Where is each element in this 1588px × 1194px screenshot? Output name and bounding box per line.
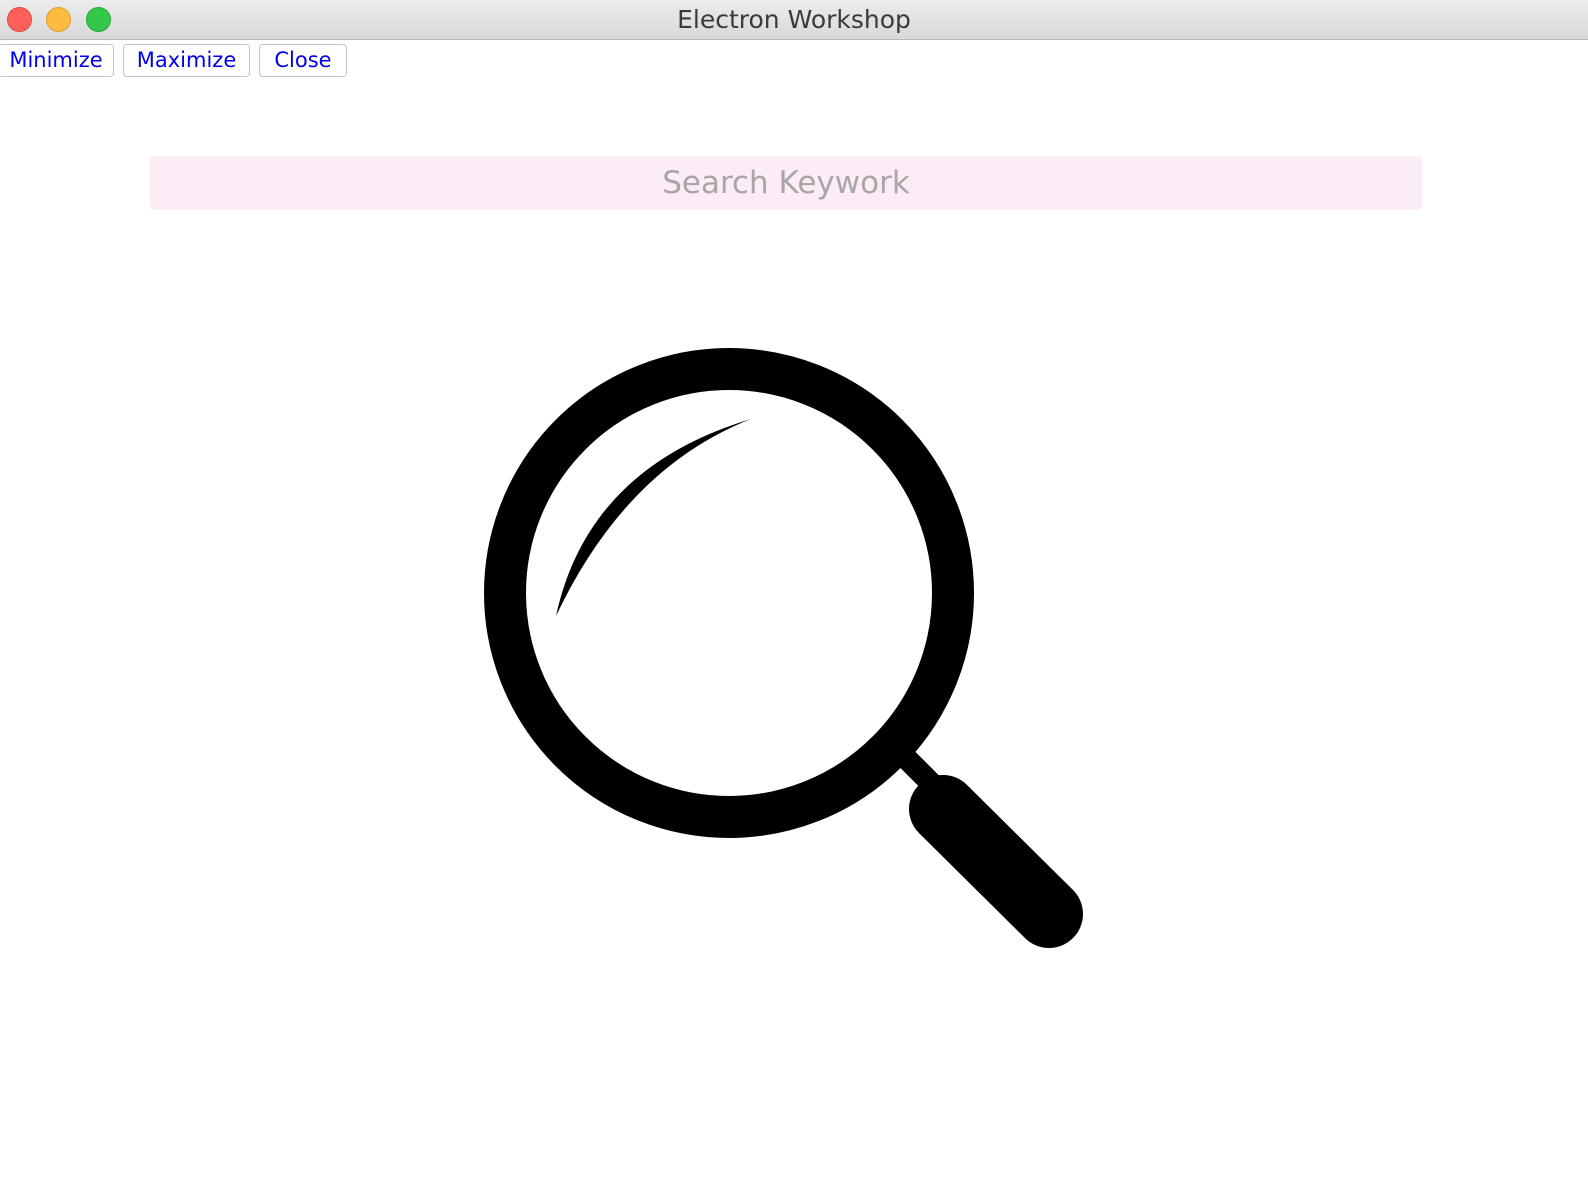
magnifying-glass-icon <box>440 320 1120 980</box>
app-window: Electron Workshop Minimize Maximize Clos… <box>0 0 1588 1194</box>
window-title: Electron Workshop <box>677 5 911 34</box>
maximize-button[interactable]: Maximize <box>123 44 250 77</box>
title-bar[interactable]: Electron Workshop <box>0 0 1588 40</box>
minimize-button[interactable]: Minimize <box>0 44 114 77</box>
search-input[interactable] <box>150 156 1422 210</box>
close-button[interactable]: Close <box>259 44 347 77</box>
